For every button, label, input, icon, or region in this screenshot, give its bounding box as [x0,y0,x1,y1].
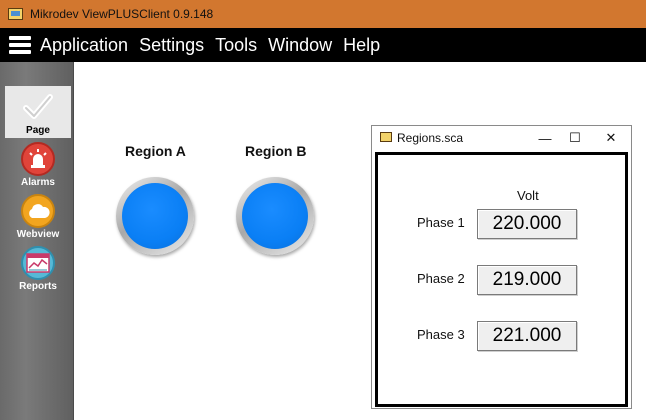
menu-help[interactable]: Help [343,35,380,56]
sidebar-item-label: Alarms [21,177,55,188]
volt-column-label: Volt [517,188,539,203]
sidebar-item-label: Reports [19,281,57,292]
sidebar-item-label: Page [26,125,50,136]
region-a-indicator-lamp[interactable] [116,177,194,255]
menu-application[interactable]: Application [40,35,128,56]
phase-2-label: Phase 2 [417,271,465,286]
cloud-icon [21,194,55,228]
alarm-siren-icon [21,142,55,176]
sidebar-item-label: Webview [16,229,60,240]
phase-2-value: 219.000 [477,265,577,295]
phase-3-label: Phase 3 [417,327,465,342]
document-window-icon [380,132,392,142]
sidebar-item-alarms[interactable]: Alarms [5,142,71,188]
child-title-bar[interactable]: Regions.sca — ☐ ✕ [372,126,631,150]
window-title: Mikrodev ViewPLUSClient 0.9.148 [30,7,214,21]
sidebar-item-page[interactable]: Page [5,86,71,138]
sidebar-item-webview[interactable]: Webview [5,194,71,240]
region-a-label: Region A [125,143,186,159]
menu-bar: Application Settings Tools Window Help [0,28,646,62]
sidebar: Page Alarms Webview Reports [0,62,74,420]
phase-1-label: Phase 1 [417,215,465,230]
title-bar[interactable]: Mikrodev ViewPLUSClient 0.9.148 [0,0,646,28]
child-window-content: Volt Phase 1 220.000 Phase 2 219.000 Pha… [375,152,628,407]
chart-report-icon [21,246,55,280]
menu-settings[interactable]: Settings [139,35,204,56]
phase-3-value: 221.000 [477,321,577,351]
region-b-indicator-lamp[interactable] [236,177,314,255]
menu-window[interactable]: Window [268,35,332,56]
close-button[interactable]: ✕ [600,129,622,147]
child-window-title: Regions.sca [397,131,464,145]
sidebar-item-reports[interactable]: Reports [5,246,71,292]
maximize-button[interactable]: ☐ [564,129,586,147]
region-b-label: Region B [245,143,307,159]
app-window-icon [8,8,23,20]
regions-child-window: Regions.sca — ☐ ✕ Volt Phase 1 220.000 P… [371,125,632,409]
hamburger-menu-icon[interactable] [9,36,31,54]
checkmark-icon [21,90,55,124]
minimize-button[interactable]: — [534,129,556,147]
phase-1-value: 220.000 [477,209,577,239]
menu-tools[interactable]: Tools [215,35,257,56]
